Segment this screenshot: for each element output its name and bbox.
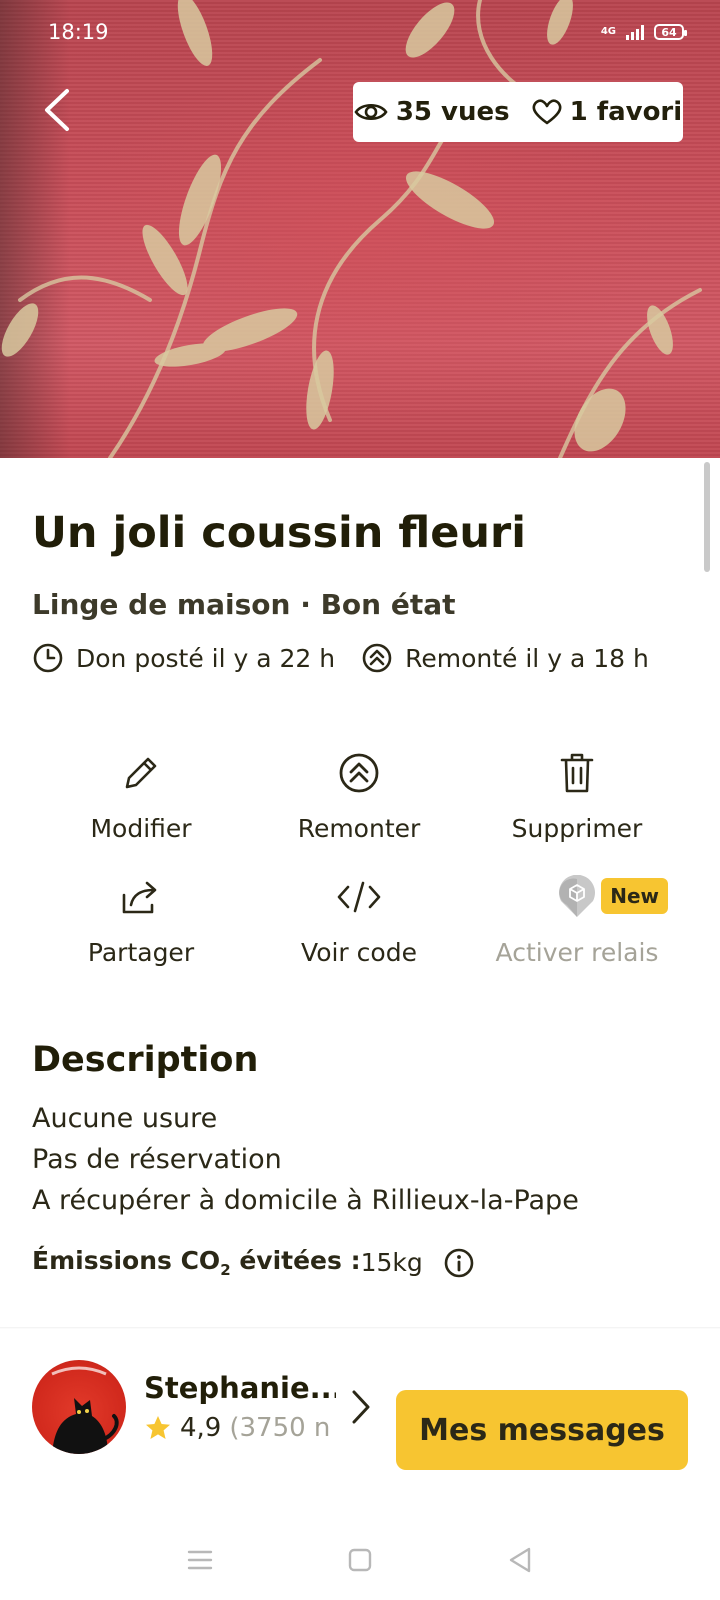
double-chevron-up-icon [362, 643, 392, 673]
activate-relay-label: Activer relais [495, 938, 659, 967]
share-icon [122, 881, 157, 914]
eye-icon [354, 103, 388, 121]
nav-menu-button[interactable] [175, 1540, 225, 1580]
status-time: 18:19 [48, 20, 109, 44]
review-count: (3750 n [229, 1413, 331, 1443]
clock-icon [33, 643, 63, 673]
triangle-back-icon [509, 1547, 531, 1573]
views-stat: 35 vues [354, 97, 510, 127]
listing-title: Un joli coussin fleuri [32, 508, 526, 558]
delete-button[interactable]: Supprimer [468, 750, 686, 874]
nav-back-button[interactable] [495, 1540, 545, 1580]
bumped-text: Remonté il y a 18 h [405, 643, 649, 673]
network-type: 4G [600, 26, 616, 37]
double-chevron-up-icon [339, 753, 379, 793]
floral-pattern [1, 0, 702, 458]
info-icon [444, 1248, 474, 1277]
battery-icon: 64 [654, 24, 687, 40]
new-badge: New [601, 878, 668, 914]
chevron-left-icon [45, 89, 69, 131]
black-cat-logo [51, 1366, 119, 1454]
delete-label: Supprimer [511, 814, 643, 843]
chevron-right-icon [352, 1390, 370, 1424]
description-text: Aucune usure Pas de réservation A récupé… [32, 1098, 579, 1221]
edit-button[interactable]: Modifier [32, 750, 250, 874]
bump-button[interactable]: Remonter [250, 750, 468, 874]
relay-box-icon [559, 875, 595, 917]
square-home-icon [348, 1548, 372, 1572]
view-code-label: Voir code [301, 938, 417, 967]
listing-actions: Modifier Remonter Supprimer Partager Voi… [32, 750, 686, 998]
back-button[interactable] [34, 86, 78, 134]
listing-meta: Don posté il y a 22 h Remonté il y a 18 … [32, 642, 649, 674]
nav-home-button[interactable] [335, 1540, 385, 1580]
star-icon [146, 1416, 170, 1439]
system-nav-bar [0, 1520, 720, 1600]
listing-category-condition: Linge de maison · Bon état [32, 588, 456, 621]
co2-info-button[interactable] [443, 1247, 475, 1279]
bump-label: Remonter [297, 814, 421, 843]
bumped-info: Remonté il y a 18 h [361, 642, 649, 674]
trash-icon [560, 753, 594, 793]
co2-value: 15kg [360, 1248, 423, 1277]
posted-info: Don posté il y a 22 h [32, 642, 335, 674]
activate-relay-button[interactable]: Activer relais New [468, 874, 686, 998]
my-messages-button[interactable]: Mes messages [396, 1390, 688, 1470]
user-rating: 4,9 (3750 n [144, 1413, 336, 1443]
rating-score: 4,9 [180, 1413, 222, 1443]
edit-label: Modifier [90, 814, 192, 843]
avatar [32, 1360, 126, 1454]
scrollbar[interactable] [704, 462, 710, 572]
views-count: 35 vues [395, 97, 510, 127]
share-label: Partager [87, 938, 195, 967]
description-line: Aucune usure [32, 1103, 218, 1134]
status-icons: 4G 64 [600, 24, 687, 40]
co2-label: Émissions CO2 évitées : [32, 1246, 361, 1279]
share-button[interactable]: Partager [32, 874, 250, 998]
giver-profile[interactable]: Stephanie... 4,9 (3750 n [32, 1360, 372, 1454]
heart-icon [532, 99, 562, 125]
signal-icon [626, 24, 644, 40]
favorites-stat: 1 favori [532, 97, 683, 127]
user-name: Stephanie... [144, 1371, 336, 1405]
description-line: A récupérer à domicile à Rillieux-la-Pap… [32, 1185, 579, 1216]
view-code-button[interactable]: Voir code [250, 874, 468, 998]
user-info: Stephanie... 4,9 (3750 n [144, 1371, 336, 1443]
profile-chevron[interactable] [350, 1389, 372, 1425]
divider [0, 1327, 720, 1329]
favorites-count: 1 favori [569, 97, 683, 127]
menu-icon [187, 1550, 213, 1570]
description-heading: Description [32, 1040, 259, 1080]
posted-text: Don posté il y a 22 h [76, 643, 336, 673]
co2-savings: Émissions CO2 évitées : 15kg [32, 1246, 475, 1279]
code-icon [337, 881, 381, 913]
listing-stats: 35 vues 1 favori [353, 82, 683, 142]
description-line: Pas de réservation [32, 1144, 282, 1175]
pencil-icon [125, 757, 157, 789]
listing-photo[interactable]: 18:19 4G 64 35 vues 1 favori [0, 0, 720, 458]
